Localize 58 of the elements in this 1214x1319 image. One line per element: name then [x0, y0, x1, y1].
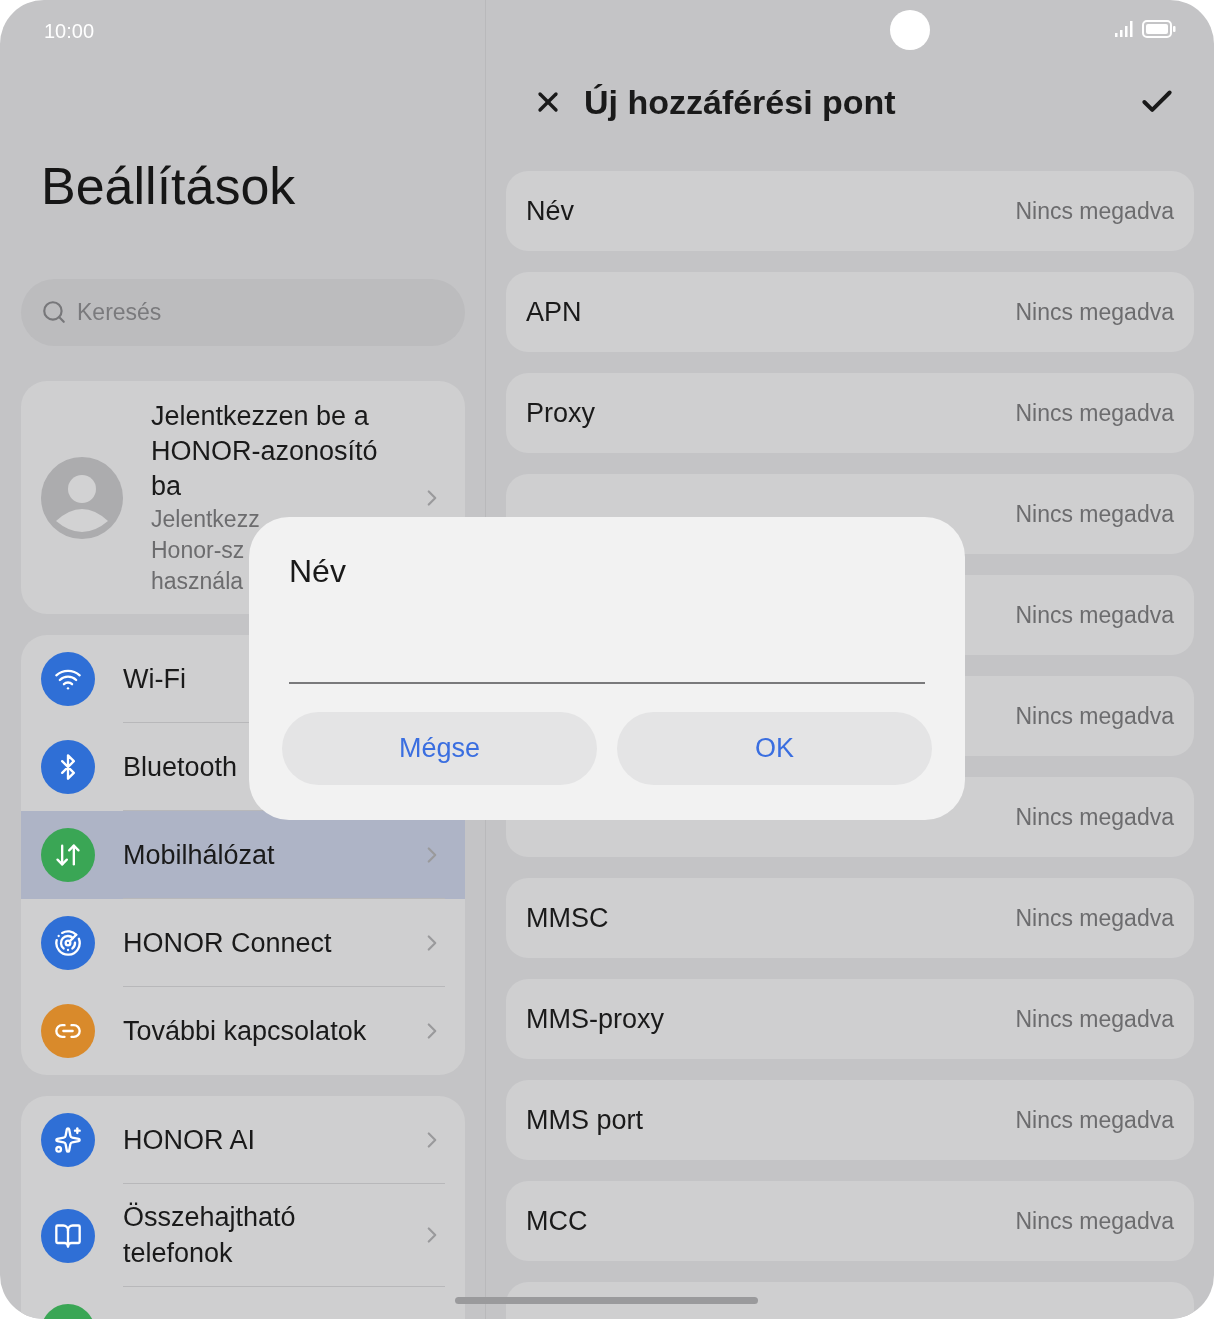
field-row[interactable]: MMSC Nincs megadva [506, 878, 1194, 958]
field-value: Nincs megadva [1015, 499, 1174, 529]
sparkles-icon [54, 1126, 82, 1154]
field-value: Nincs megadva [1015, 297, 1174, 327]
field-value: Nincs megadva [1015, 903, 1174, 933]
dialog-button[interactable]: OK [617, 712, 932, 785]
page-title: Beállítások [41, 156, 296, 217]
screen-title: Új hozzáférési pont [584, 81, 897, 123]
field-row[interactable]: MMS port Nincs megadva [506, 1080, 1194, 1160]
avatar-icon [41, 456, 123, 539]
dialog-title: Név [289, 552, 346, 591]
search-field[interactable]: Keresés [21, 279, 465, 346]
settings-item[interactable]: Összehajtható telefonok [21, 1184, 465, 1287]
account-subtitle-line: Jelentkezz [151, 504, 260, 534]
field-value: Nincs megadva [1015, 196, 1174, 226]
field-value: Nincs megadva [1015, 398, 1174, 428]
field-label: MMS port [526, 1103, 644, 1137]
account-title-line: HONOR-azonosító [151, 434, 378, 468]
settings-item[interactable]: HONOR Connect [21, 899, 465, 987]
settings-item[interactable]: További kapcsolatok [21, 987, 465, 1075]
camera-cutout [890, 10, 930, 50]
field-value: Nincs megadva [1015, 1206, 1174, 1236]
account-subtitle-line: Honor-sz [151, 535, 245, 565]
signal-icon [1114, 20, 1134, 38]
settings-item[interactable]: HONOR AI [21, 1096, 465, 1184]
field-label: Név [526, 194, 574, 228]
radar-icon [54, 929, 82, 957]
field-label: MCC [526, 1204, 588, 1238]
field-row[interactable]: MMS-proxy Nincs megadva [506, 979, 1194, 1059]
search-icon [41, 299, 67, 325]
battery-icon [1142, 20, 1176, 38]
field-label: Proxy [526, 396, 596, 430]
account-title-line: ba [151, 469, 182, 503]
item-label: Mobilhálózat [123, 838, 275, 872]
status-time: 10:00 [44, 19, 95, 44]
field-value: Nincs megadva [1015, 701, 1174, 731]
field-row[interactable]: MCC Nincs megadva [506, 1181, 1194, 1261]
item-label: Összehajtható telefonok [123, 1201, 297, 1270]
field-label: APN [526, 295, 582, 329]
item-label: HONOR Connect [123, 926, 332, 960]
book-icon [54, 1221, 82, 1250]
field-row[interactable]: Proxy Nincs megadva [506, 373, 1194, 453]
item-label: További kapcsolatok [123, 1015, 367, 1048]
dialog-button[interactable]: Mégse [282, 712, 597, 785]
item-label: Bluetooth [123, 750, 238, 784]
field-row[interactable]: APN Nincs megadva [506, 272, 1194, 352]
field-label: MMS-proxy [526, 1002, 664, 1036]
field-value: Nincs megadva [1015, 1105, 1174, 1135]
item-label: HONOR AI [123, 1123, 256, 1157]
field-value: Nincs megadva [1015, 600, 1174, 630]
field-label: MMSC [526, 901, 609, 935]
settings-item[interactable]: Mobilhálózat [21, 811, 465, 899]
item-label: Wi-Fi [123, 662, 186, 696]
account-subtitle-line: használa [151, 566, 244, 596]
field-row[interactable]: Név Nincs megadva [506, 171, 1194, 251]
field-value: Nincs megadva [1015, 802, 1174, 832]
account-title-line: Jelentkezzen be a [151, 399, 369, 433]
field-value: Nincs megadva [1015, 1004, 1174, 1034]
